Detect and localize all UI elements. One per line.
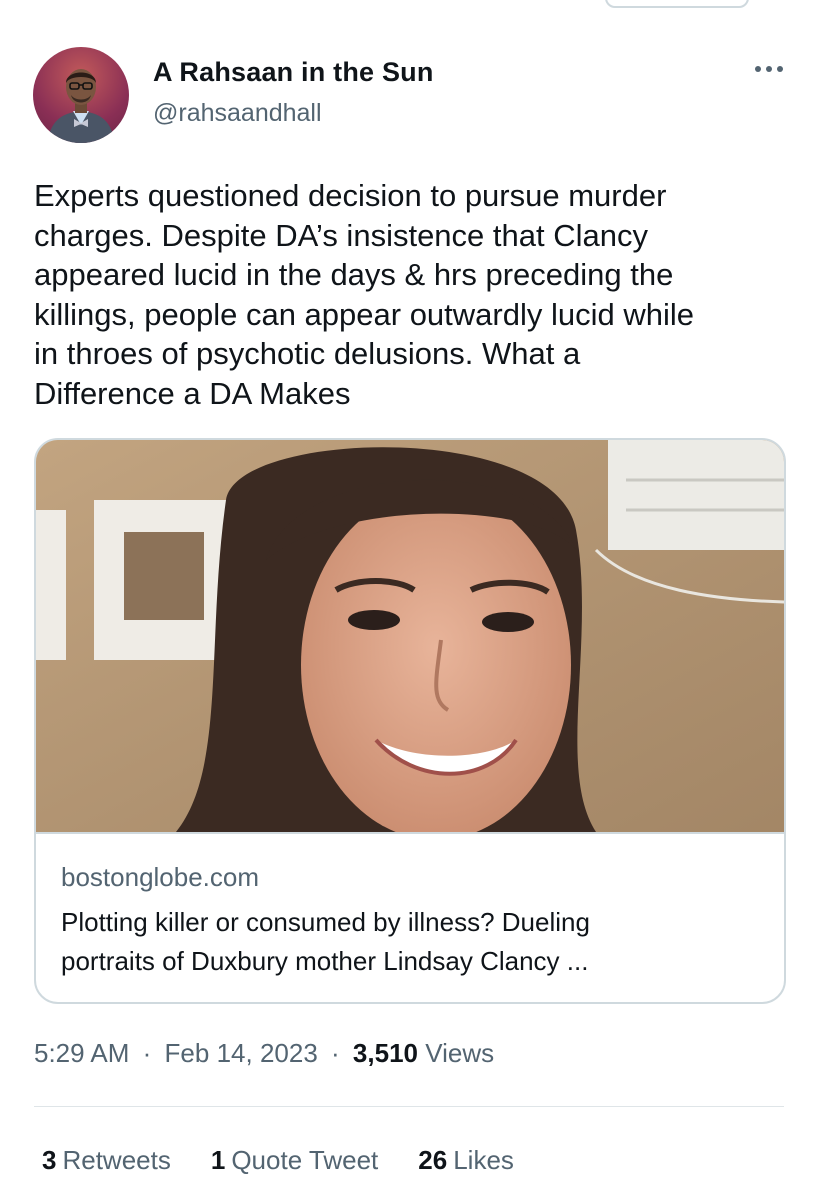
tweet-time[interactable]: 5:29 AM [34,1038,129,1068]
card-divider [36,832,784,834]
quotes-count: 1 [210,1145,226,1175]
likes-stat[interactable]: 26 Likes [418,1145,514,1176]
stats-divider [34,1106,784,1107]
avatar[interactable] [33,47,129,143]
retweets-label: Retweets [62,1145,171,1175]
quote-tweets-stat[interactable]: 1 Quote Tweet [211,1145,378,1176]
link-domain: bostonglobe.com [61,862,260,892]
link-preview-card[interactable]: bostonglobe.com Plotting killer or consu… [34,438,786,1004]
quotes-label: Quote Tweet [231,1145,379,1175]
meta-separator: · [331,1038,340,1068]
tweet-header: A Rahsaan in the Sun @rahsaandhall [33,47,793,147]
avatar-photo [47,69,115,143]
dot [766,66,772,72]
tweet-text: Experts questioned decision to pursue mu… [34,178,694,411]
dot [777,66,783,72]
views-label[interactable]: Views [425,1038,494,1068]
likes-label: Likes [453,1145,514,1175]
top-button-edge[interactable] [605,0,749,8]
author-handle[interactable]: @rahsaandhall [153,99,322,128]
dot [755,66,761,72]
retweets-stat[interactable]: 3 Retweets [42,1145,171,1176]
meta-separator: · [142,1038,152,1068]
engagement-stats: 3 Retweets 1 Quote Tweet 26 Likes [42,1145,514,1176]
likes-count: 26 [418,1145,448,1175]
tweet-metadata: 5:29 AM · Feb 14, 2023 · 3,510 Views [34,1038,494,1069]
author-name[interactable]: A Rahsaan in the Sun [153,57,434,88]
retweets-count: 3 [42,1145,57,1175]
views-count[interactable]: 3,510 [353,1038,418,1068]
more-options-icon[interactable] [749,59,789,79]
article-photo [36,440,784,832]
tweet-date[interactable]: Feb 14, 2023 [165,1038,318,1068]
link-title: Plotting killer or consumed by illness? … [61,907,590,976]
